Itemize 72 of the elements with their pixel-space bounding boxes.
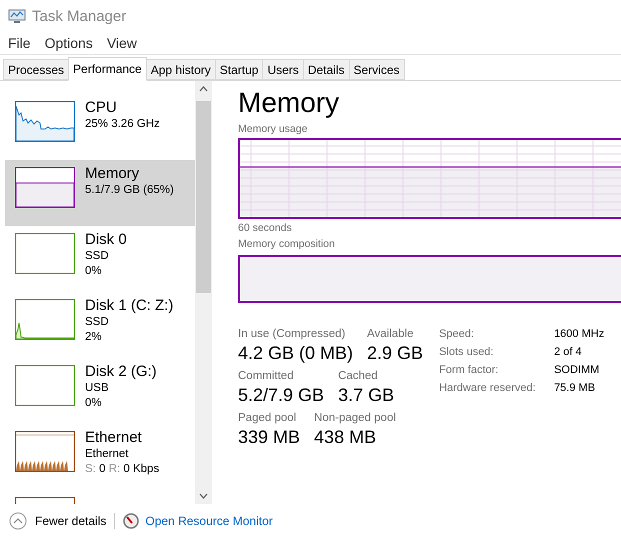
resource-list-item[interactable]: CPU 25% 3.26 GHz xyxy=(5,94,195,160)
resource-list-item[interactable]: Disk 0 SSD 0% xyxy=(5,226,195,292)
stat-value: 5.2/7.9 GB xyxy=(238,384,324,406)
menu-item[interactable]: File xyxy=(8,35,31,51)
property-label: Form factor: xyxy=(439,363,500,378)
usage-graph-drawing xyxy=(15,431,75,472)
stat-value: 3.7 GB xyxy=(338,384,394,406)
scrollbar[interactable] xyxy=(195,81,212,504)
property-label: Hardware reserved: xyxy=(439,381,537,396)
scroll-up-icon[interactable] xyxy=(199,86,208,92)
resource-name: Memory xyxy=(85,165,140,183)
resource-list-item[interactable]: Ethernet Ethernet S: 0 R: 0 Kbps xyxy=(5,424,195,490)
tab[interactable]: Processes xyxy=(3,59,70,80)
resource-detail: USB xyxy=(85,381,110,396)
stat-value: 438 MB xyxy=(314,426,378,448)
gauge-icon xyxy=(123,512,140,528)
stat-label: Paged pool xyxy=(238,411,298,426)
menu-item[interactable]: Options xyxy=(44,35,93,51)
property-value: 2 of 4 xyxy=(554,345,583,360)
property-value: SODIMM xyxy=(554,363,600,378)
usage-graph-drawing xyxy=(15,365,75,406)
stat-value: 2.9 GB xyxy=(367,342,424,364)
resource-detail: 5.1/7.9 GB (65%) xyxy=(85,183,174,198)
resource-list-item[interactable]: Disk 2 (G:) USB 0% xyxy=(5,358,195,424)
property-value: 75.9 MB xyxy=(554,381,596,396)
graph-label: Memory composition xyxy=(238,238,336,251)
stat-label: Committed xyxy=(238,369,295,384)
resource-list-item[interactable]: Disk 1 (C: Z:) SSD 2% xyxy=(5,292,195,358)
resource-detail: 2% xyxy=(85,330,103,345)
stat-value: 4.2 GB (0 MB) xyxy=(238,342,354,364)
stat-label: In use (Compressed) xyxy=(238,327,346,342)
resource-detail: Ethernet xyxy=(85,447,130,462)
window-title: Task Manager xyxy=(32,8,126,24)
tab[interactable]: Details xyxy=(302,59,350,80)
menu-item[interactable]: View xyxy=(106,35,137,51)
usage-graph-drawing xyxy=(15,233,75,274)
resource-name: CPU xyxy=(85,99,118,117)
resource-list-item[interactable]: Memory 5.1/7.9 GB (65%) xyxy=(5,160,195,226)
resource-name: Disk 2 (G:) xyxy=(85,363,157,381)
usage-graph-drawing xyxy=(15,299,75,340)
resource-detail: 0% xyxy=(85,396,103,411)
resource-detail: 25% 3.26 GHz xyxy=(85,117,160,132)
scroll-down-icon[interactable] xyxy=(199,493,208,499)
tab[interactable]: App history xyxy=(146,59,216,80)
property-label: Speed: xyxy=(439,327,475,342)
chevron-up-icon xyxy=(9,512,27,530)
usage-graph-drawing xyxy=(15,101,75,142)
fewer-details-button[interactable]: Fewer details xyxy=(9,512,106,530)
resource-name: Disk 0 xyxy=(85,231,127,249)
graph-label: Memory usage xyxy=(238,123,308,136)
tab[interactable]: Performance xyxy=(68,57,147,81)
task-manager-icon xyxy=(8,8,26,24)
stat-label: Cached xyxy=(338,369,379,384)
tab[interactable]: Startup xyxy=(214,59,264,80)
resource-detail: SSD xyxy=(85,249,110,264)
time-span-label: 60 seconds xyxy=(238,222,293,235)
scroll-thumb[interactable] xyxy=(196,101,211,292)
property-value: 1600 MHz xyxy=(554,327,604,342)
resource-detail: SSD xyxy=(85,315,110,330)
resource-detail: 0% xyxy=(85,264,103,279)
resource-name: Ethernet xyxy=(85,429,143,447)
usage-graph-drawing xyxy=(15,167,75,208)
resource-name: Disk 1 (C: Z:) xyxy=(85,297,174,315)
property-label: Slots used: xyxy=(439,345,494,360)
stat-label: Available xyxy=(367,327,414,342)
throughput-text: S: 0 R: 0 Kbps xyxy=(85,462,160,477)
resource-monitor-link[interactable]: Open Resource Monitor xyxy=(123,512,273,528)
stat-label: Non-paged pool xyxy=(314,411,396,426)
panel-title: Memory xyxy=(238,86,340,120)
tab[interactable]: Services xyxy=(348,59,405,80)
tab[interactable]: Users xyxy=(262,59,304,80)
stat-value: 339 MB xyxy=(238,426,300,448)
